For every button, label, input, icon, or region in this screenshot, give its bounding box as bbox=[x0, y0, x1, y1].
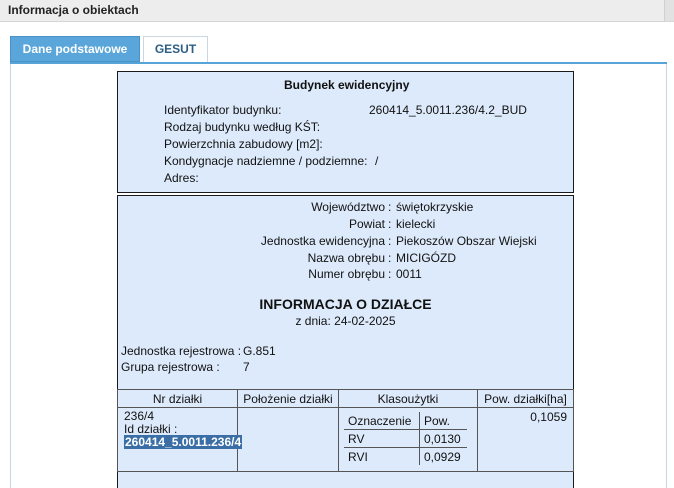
col-header-nr: Nr działki bbox=[117, 389, 238, 408]
table-row: 236/4 Id działki : 260414_5.0011.236/4 O… bbox=[117, 407, 574, 472]
county-label: Powiat bbox=[348, 217, 385, 231]
col-header-area: Pow. działki[ha] bbox=[477, 389, 574, 408]
building-floors-value: / bbox=[375, 154, 379, 168]
voivodeship-sep: : bbox=[388, 200, 392, 214]
precinct-name-value: MICIGÓZD bbox=[396, 251, 456, 265]
precinct-name-sep: : bbox=[388, 251, 392, 265]
window-title: Informacja o obiektach bbox=[8, 3, 139, 17]
building-floors-label: Kondygnacje nadziemne / podziemne: bbox=[164, 154, 368, 168]
building-id-value: 260414_5.0011.236/4.2_BUD bbox=[369, 103, 527, 117]
county-value: kielecki bbox=[396, 217, 436, 231]
list-item: RVI 0,0929 bbox=[344, 447, 467, 465]
precinct-name-label: Nazwa obrębu bbox=[307, 251, 385, 265]
list-item: RV 0,0130 bbox=[344, 429, 467, 448]
registry-group-label: Grupa rejestrowa : bbox=[121, 360, 220, 374]
precinct-number-value: 0011 bbox=[396, 267, 422, 281]
building-header: Budynek ewidencyjny bbox=[284, 78, 410, 92]
building-id-label: Identyfikator budynku: bbox=[164, 103, 282, 117]
parcel-table-header: Nr działki Położenie działki Klasoużytki… bbox=[117, 389, 574, 408]
county-sep: : bbox=[388, 217, 392, 231]
registry-group-value: 7 bbox=[243, 360, 250, 374]
land-class-code: RVI bbox=[348, 449, 368, 464]
land-class-code: RV bbox=[344, 429, 420, 448]
parcel-info-title: INFORMACJA O DZIAŁCE bbox=[259, 296, 432, 312]
tab-dane-podstawowe[interactable]: Dane podstawowe bbox=[10, 36, 140, 62]
registry-unit-value: Piekoszów Obszar Wiejski bbox=[396, 234, 537, 248]
registry-unit-row-label: Jednostka rejestrowa : bbox=[121, 344, 242, 358]
col-header-klasouzytki: Klasoużytki bbox=[338, 389, 478, 408]
voivodeship-label: Województwo bbox=[311, 200, 385, 214]
land-class-area: 0,0929 bbox=[419, 447, 467, 465]
building-type-label: Rodzaj budynku według KŚT: bbox=[164, 120, 321, 134]
parcel-table: Nr działki Położenie działki Klasoużytki… bbox=[117, 389, 574, 472]
registry-unit-row-value: G.851 bbox=[243, 344, 276, 358]
parcel-info-date: z dnia: 24-02-2025 bbox=[295, 314, 396, 328]
building-address-label: Adres: bbox=[164, 171, 199, 185]
registry-unit-sep: : bbox=[388, 234, 392, 248]
cell-klasouzytki: Oznaczenie Pow. RV 0,0130 RVI 0,0929 bbox=[338, 407, 478, 472]
land-class-header: Oznaczenie Pow. bbox=[344, 412, 467, 430]
land-class-col-pow: Pow. bbox=[419, 412, 467, 430]
land-class-table: Oznaczenie Pow. RV 0,0130 RVI 0,0929 bbox=[344, 412, 467, 465]
tab-gesut[interactable]: GESUT bbox=[143, 36, 208, 62]
parcel-id-value[interactable]: 260414_5.0011.236/4 bbox=[124, 435, 243, 449]
precinct-number-label: Numer obrębu bbox=[308, 267, 385, 281]
tab-bar: Dane podstawowe GESUT bbox=[10, 36, 667, 64]
building-area-label: Powierzchnia zabudowy [m2]: bbox=[164, 137, 323, 151]
land-class-area: 0,0130 bbox=[419, 429, 467, 448]
cell-area: 0,1059 bbox=[477, 407, 574, 472]
col-header-polozenie: Położenie działki bbox=[237, 389, 339, 408]
precinct-number-sep: : bbox=[388, 267, 392, 281]
registry-unit-label: Jednostka ewidencyjna bbox=[260, 234, 385, 248]
window-scroll-edge[interactable] bbox=[664, 0, 674, 21]
cell-nr: 236/4 Id działki : 260414_5.0011.236/4 bbox=[117, 407, 243, 472]
land-class-col-oznaczenie: Oznaczenie bbox=[344, 412, 420, 430]
voivodeship-value: świętokrzyskie bbox=[396, 200, 474, 214]
window-titlebar: Informacja o obiektach bbox=[0, 0, 674, 22]
cell-polozenie bbox=[237, 407, 339, 472]
